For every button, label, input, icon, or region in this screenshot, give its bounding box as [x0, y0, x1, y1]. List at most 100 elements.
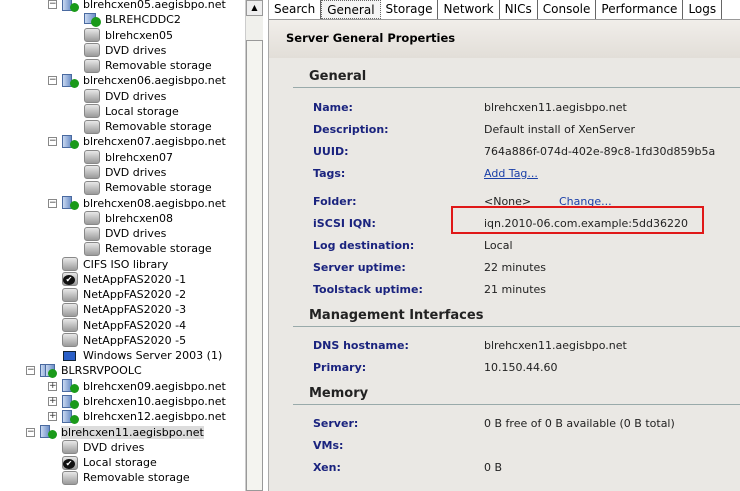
collapse-icon[interactable]: − — [48, 76, 57, 86]
storage-icon — [83, 58, 101, 73]
expand-icon[interactable]: + — [48, 412, 57, 422]
uuid-value: 764a886f-074d-402e-89c8-1fd30d859b5a — [484, 145, 716, 158]
tree-item[interactable]: + blrehcxen09.aegisbpo.net — [48, 379, 226, 394]
memory-xen-value: 0 B — [484, 461, 503, 474]
collapse-icon[interactable]: − — [26, 427, 35, 437]
expand-icon[interactable]: + — [48, 397, 57, 407]
primary-label: Primary: — [313, 361, 367, 374]
tree-item-label: Windows Server 2003 (1) — [83, 349, 223, 363]
tree-item[interactable]: ✔ Local storage — [61, 455, 157, 470]
tree-item[interactable]: Removable storage — [83, 180, 212, 195]
uuid-label: UUID: — [313, 145, 349, 158]
tree-item[interactable]: − blrehcxen06.aegisbpo.net — [48, 73, 226, 88]
tree-item[interactable]: Removable storage — [83, 58, 212, 73]
tree-item-label: blrehcxen08 — [105, 211, 174, 225]
tree-item-label: Local storage — [105, 104, 179, 118]
server-icon — [61, 409, 79, 424]
storage-icon — [61, 287, 79, 302]
tree-item[interactable]: DVD drives — [83, 43, 166, 58]
tree-item[interactable]: DVD drives — [83, 89, 166, 104]
panel-title: Server General Properties — [269, 20, 740, 58]
dns-hostname-label: DNS hostname: — [313, 339, 409, 352]
tree-item[interactable]: blrehcxen05 — [83, 28, 173, 43]
collapse-icon[interactable]: − — [48, 137, 57, 147]
tree-item-selected[interactable]: − blrehcxen11.aegisbpo.net — [26, 425, 204, 440]
tab-nics[interactable]: NICs — [500, 0, 538, 19]
storage-icon — [83, 226, 101, 241]
tree-item[interactable]: Local storage — [83, 104, 179, 119]
tree-item[interactable]: NetAppFAS2020 -5 — [61, 333, 186, 348]
tree-item-label: NetAppFAS2020 -3 — [83, 303, 187, 317]
server-uptime-label: Server uptime: — [313, 261, 406, 274]
expand-icon[interactable]: + — [48, 381, 57, 391]
tree-item[interactable]: NetAppFAS2020 -4 — [61, 318, 186, 333]
tree-item[interactable]: NetAppFAS2020 -2 — [61, 287, 186, 302]
tree-item[interactable]: + blrehcxen12.aegisbpo.net — [48, 409, 226, 424]
collapse-icon[interactable]: − — [26, 366, 35, 376]
tree-item[interactable]: NetAppFAS2020 -3 — [61, 302, 186, 317]
tab-general[interactable]: General — [321, 0, 381, 19]
tab-console[interactable]: Console — [538, 0, 597, 19]
properties-pane: Search General Storage Network NICs Console Pe… — [268, 0, 740, 491]
log-destination-value: Local — [484, 239, 513, 252]
scroll-up-button[interactable]: ▲ — [246, 0, 263, 16]
tree-item[interactable]: Removable storage — [83, 119, 212, 134]
tree-item[interactable]: DVD drives — [83, 165, 166, 180]
resource-tree[interactable]: − blrehcxen05.aegisbpo.net BLREHCDDC2 blreh… — [0, 0, 244, 491]
tab-storage[interactable]: Storage — [381, 0, 439, 19]
tree-item[interactable]: − blrehcxen08.aegisbpo.net — [48, 196, 226, 211]
tree-item[interactable]: Windows Server 2003 (1) — [61, 348, 222, 363]
scroll-thumb[interactable] — [246, 40, 263, 491]
description-value: Default install of XenServer — [484, 123, 636, 136]
tree-item-label: blrehcxen07 — [105, 150, 174, 164]
server-icon — [61, 0, 79, 12]
dns-hostname-value: blrehcxen11.aegisbpo.net — [484, 339, 627, 352]
tree-item-label: DVD drives — [105, 89, 167, 103]
tree-item-label: DVD drives — [105, 227, 167, 241]
tree-item-label: Removable storage — [105, 120, 212, 134]
collapse-icon[interactable]: − — [48, 0, 57, 9]
server-icon — [61, 73, 79, 88]
tree-item-label: Removable storage — [83, 471, 190, 485]
tree-item[interactable]: − blrehcxen05.aegisbpo.net — [48, 0, 226, 12]
default-storage-icon: ✔ — [61, 455, 79, 470]
tab-network[interactable]: Network — [438, 0, 500, 19]
server-icon — [61, 379, 79, 394]
tree-item-label: NetAppFAS2020 -4 — [83, 318, 187, 332]
tree-item-label: blrehcxen08.aegisbpo.net — [83, 196, 226, 210]
vm-running-icon — [83, 12, 101, 27]
tree-item[interactable]: Removable storage — [83, 241, 212, 256]
tree-item-label: blrehcxen05.aegisbpo.net — [83, 0, 226, 11]
tree-item[interactable]: blrehcxen08 — [83, 211, 173, 226]
tree-item[interactable]: Removable storage — [61, 470, 190, 485]
storage-icon — [83, 89, 101, 104]
tab-performance[interactable]: Performance — [596, 0, 684, 19]
tree-item[interactable]: ✔ NetAppFAS2020 -1 — [61, 272, 186, 287]
tree-item-label: Removable storage — [105, 181, 212, 195]
add-tag-link[interactable]: Add Tag... — [484, 167, 538, 180]
storage-icon — [61, 318, 79, 333]
tree-item[interactable]: BLREHCDDC2 — [83, 12, 181, 27]
tree-item[interactable]: blrehcxen07 — [83, 150, 173, 165]
description-label: Description: — [313, 123, 389, 136]
collapse-icon[interactable]: − — [48, 198, 57, 208]
tab-search[interactable]: Search — [269, 0, 322, 19]
tree-item[interactable]: − BLRSRVPOOLC — [26, 363, 142, 378]
memory-xen-label: Xen: — [313, 461, 341, 474]
tree-item[interactable]: + blrehcxen10.aegisbpo.net — [48, 394, 226, 409]
storage-icon — [61, 333, 79, 348]
storage-icon — [61, 257, 79, 272]
server-uptime-value: 22 minutes — [484, 261, 547, 274]
tree-item-label: DVD drives — [83, 440, 145, 454]
tree-item[interactable]: DVD drives — [61, 440, 144, 455]
tree-item-label: blrehcxen09.aegisbpo.net — [83, 379, 226, 393]
tree-item[interactable]: CIFS ISO library — [61, 257, 168, 272]
storage-icon — [83, 119, 101, 134]
tree-scrollbar[interactable]: ▲ — [245, 0, 263, 491]
section-general: General — [293, 69, 740, 88]
tree-item-label: BLREHCDDC2 — [105, 13, 181, 27]
tree-item[interactable]: DVD drives — [83, 226, 166, 241]
tab-logs[interactable]: Logs — [683, 0, 723, 19]
memory-server-value: 0 B free of 0 B available (0 B total) — [484, 417, 675, 430]
tree-item[interactable]: − blrehcxen07.aegisbpo.net — [48, 134, 226, 149]
